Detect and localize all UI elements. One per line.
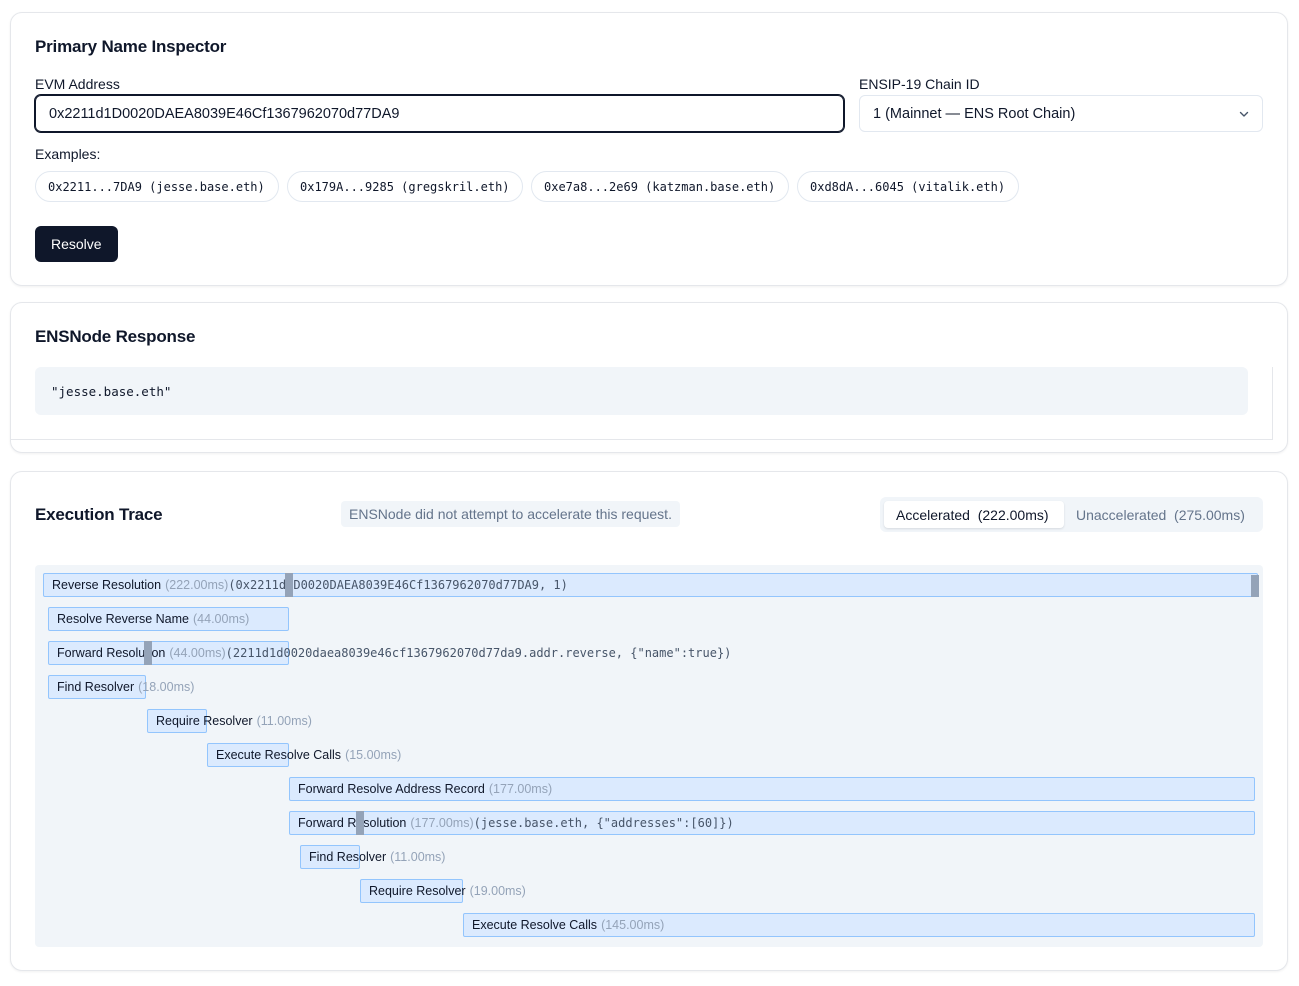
acceleration-toggle: Accelerated (222.00ms) Unaccelerated (27… [880,497,1263,532]
scrollbar-track[interactable] [1272,367,1273,440]
span-row: Forward Resolve Address Record (177.00ms… [289,777,552,801]
span-args: (jesse.base.eth, {"addresses":[60]}) [473,816,734,830]
scroll-area-bottom-edge [11,439,1273,440]
chevron-down-icon [1239,111,1249,117]
span-args: (2211d1d0020daea8039e46cf1367962070d77da… [225,646,732,660]
span-row: Execute Resolve Calls (15.00ms) [207,743,401,767]
span-row: Find Resolver (18.00ms) [48,675,194,699]
span-duration: (19.00ms) [469,884,526,898]
span-duration: (11.00ms) [390,850,446,864]
examples-label: Examples: [35,146,101,162]
span-name: Find Resolver [57,680,135,694]
primary-name-inspector-card: Primary Name Inspector EVM Address ENSIP… [10,12,1288,286]
timeline-cursor-handle[interactable] [144,641,152,665]
span-duration: (177.00ms) [410,816,474,830]
timeline-end-handle[interactable] [1251,575,1259,597]
response-code-block: "jesse.base.eth" [35,367,1248,415]
example-chip-vitalik[interactable]: 0xd8dA...6045 (vitalik.eth) [797,171,1019,202]
timeline-cursor-handle[interactable] [356,811,364,835]
span-duration: (15.00ms) [345,748,402,762]
timeline-cursor-handle[interactable] [285,573,293,597]
span-duration: (145.00ms) [601,918,665,932]
tab-accelerated[interactable]: Accelerated (222.00ms) [884,501,1064,528]
span-duration: (177.00ms) [488,782,553,796]
chain-id-value: 1 (Mainnet — ENS Root Chain) [873,105,1076,122]
chain-id-select[interactable]: 1 (Mainnet — ENS Root Chain) [859,95,1263,132]
span-name: Forward Resolution [298,816,407,830]
span-name: Execute Resolve Calls [216,748,342,762]
span-row: Execute Resolve Calls (145.00ms) [463,913,664,937]
span-row: Reverse Resolution (222.00ms) (0x2211d1D… [43,573,568,597]
span-args: (0x2211d1D0020DAEA8039E46Cf1367962070d77… [228,578,568,592]
span-row: Resolve Reverse Name (44.00ms) [48,607,249,631]
span-name: Execute Resolve Calls [472,918,598,932]
span-name: Forward Resolve Address Record [298,782,485,796]
span-row: Require Resolver (19.00ms) [360,879,526,903]
example-chip-gregskril[interactable]: 0x179A...9285 (gregskril.eth) [287,171,523,202]
span-name: Require Resolver [156,714,253,728]
response-title: ENSNode Response [35,327,196,346]
resolve-button[interactable]: Resolve [35,226,118,262]
evm-address-input[interactable] [34,94,845,133]
span-duration: (222.00ms) [165,578,229,592]
span-name: Reverse Resolution [52,578,162,592]
span-name: Resolve Reverse Name [57,612,189,626]
chain-id-label: ENSIP-19 Chain ID [859,76,980,92]
execution-trace-card: Execution Trace ENSNode did not attempt … [10,471,1288,971]
span-row: Find Resolver (11.00ms) [300,845,445,869]
response-value: "jesse.base.eth" [51,383,172,399]
span-name: Require Resolver [369,884,466,898]
example-chip-katzman[interactable]: 0xe7a8...2e69 (katzman.base.eth) [531,171,789,202]
trace-timeline: Reverse Resolution (222.00ms) (0x2211d1D… [35,565,1263,947]
tab-unaccelerated[interactable]: Unaccelerated (275.00ms) [1064,501,1257,528]
ensnode-response-card: ENSNode Response "jesse.base.eth" [10,302,1288,453]
span-duration: (44.00ms) [193,612,250,626]
span-name: Find Resolver [309,850,387,864]
trace-title: Execution Trace [35,505,163,524]
evm-address-label: EVM Address [35,76,120,92]
inspector-title: Primary Name Inspector [35,37,227,56]
span-duration: (44.00ms) [169,646,226,660]
span-row: Require Resolver (11.00ms) [147,709,312,733]
acceleration-notice: ENSNode did not attempt to accelerate th… [341,501,680,527]
span-duration: (11.00ms) [256,714,312,728]
span-duration: (18.00ms) [138,680,195,694]
example-chip-jesse[interactable]: 0x2211...7DA9 (jesse.base.eth) [35,171,279,202]
